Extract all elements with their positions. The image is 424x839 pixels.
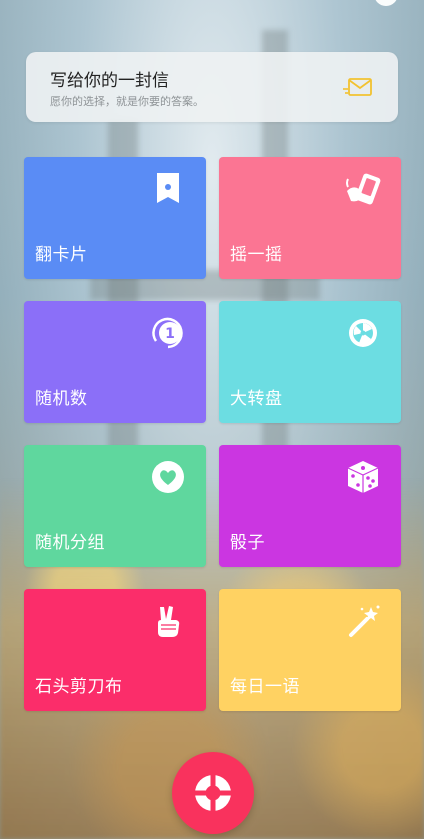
magic-wand-icon [349,605,380,637]
tile-label: 大转盘 [230,389,283,409]
spinning-wheel-icon [349,319,377,347]
letter-card[interactable]: 写给你的一封信 愿你的选择，就是你要的答案。 [26,52,398,122]
tile-label: 每日一语 [230,677,300,697]
card-bookmark-icon [157,173,179,203]
tile-label: 摇一摇 [230,245,283,265]
tile-shake[interactable]: 摇一摇 [219,157,401,279]
tile-daily-quote[interactable]: 每日一语 [219,589,401,711]
tile-flip-card[interactable]: 翻卡片 [24,157,206,279]
letter-subtitle: 愿你的选择，就是你要的答案。 [50,95,204,108]
dice-icon [347,461,379,493]
tile-random-number[interactable]: 1 随机数 [24,301,206,423]
lifebuoy-icon [193,773,233,813]
letter-title: 写给你的一封信 [50,71,169,91]
tile-label: 石头剪刀布 [35,677,123,697]
tile-rock-paper-scissors[interactable]: 石头剪刀布 [24,589,206,711]
tile-label: 翻卡片 [35,245,88,265]
phone-shake-icon [346,173,381,205]
heart-icon [152,461,184,493]
tile-random-group[interactable]: 随机分组 [24,445,206,567]
envelope-icon [343,78,372,96]
svg-text:1: 1 [165,326,175,342]
status-indicator [374,0,398,6]
victory-hand-icon [158,606,180,637]
app-screen: 写给你的一封信 愿你的选择，就是你要的答案。 翻卡片 摇一摇 1 随机数 大转盘… [0,0,424,839]
number-one-icon: 1 [152,317,183,349]
lifebuoy-button[interactable] [172,752,254,834]
tile-label: 随机数 [35,389,88,409]
tile-label: 骰子 [230,533,265,553]
tile-wheel[interactable]: 大转盘 [219,301,401,423]
tile-dice[interactable]: 骰子 [219,445,401,567]
tile-label: 随机分组 [35,533,105,553]
